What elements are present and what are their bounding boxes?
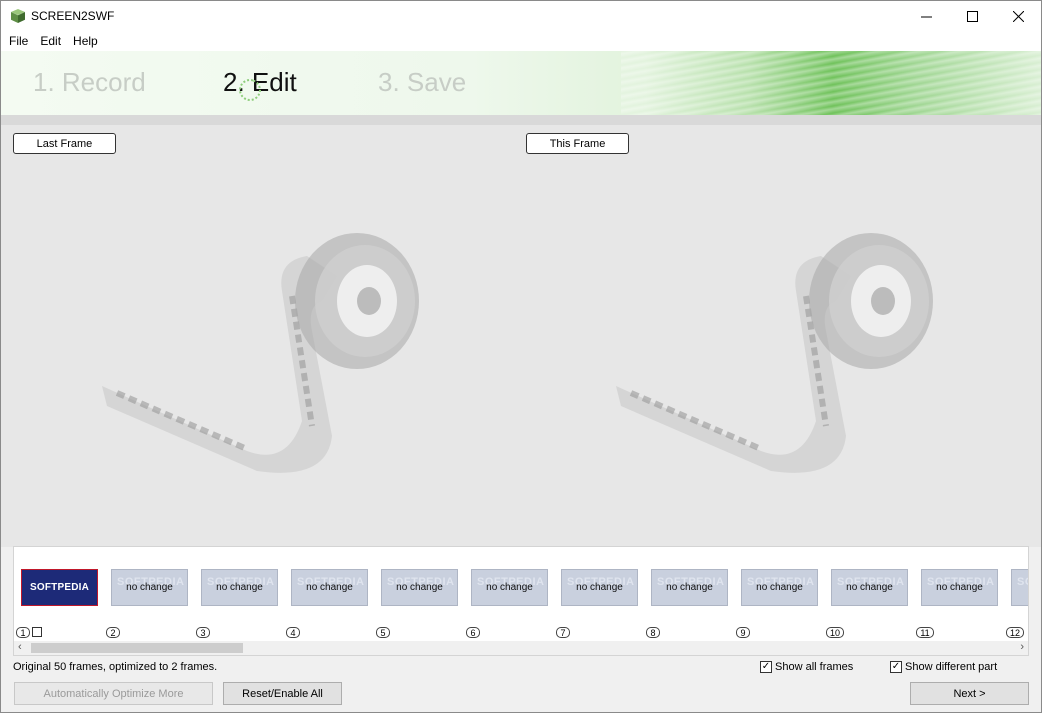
title-bar: SCREEN2SWF xyxy=(1,1,1041,31)
frame-enable-checkbox[interactable] xyxy=(32,627,42,637)
frame-number: 7 xyxy=(556,627,570,638)
close-icon xyxy=(1012,10,1024,22)
window-title: SCREEN2SWF xyxy=(31,9,115,23)
step-record[interactable]: 1. Record xyxy=(33,67,146,98)
app-window: SCREEN2SWF File Edit Help 1. Record 2. E… xyxy=(0,0,1042,713)
strip-scrollbar[interactable]: ‹ › xyxy=(14,641,1028,655)
scroll-left-icon[interactable]: ‹ xyxy=(18,641,22,653)
show-all-frames-checkbox[interactable]: ✓ Show all frames xyxy=(760,661,853,673)
frame-thumbnail[interactable]: SOFTPEDIA no change xyxy=(291,569,368,606)
auto-optimize-button[interactable]: Automatically Optimize More xyxy=(14,682,213,705)
frame-thumbnail[interactable]: SOFTPEDIA xyxy=(1011,569,1028,606)
steps-banner: 1. Record 2. Edit 3. Save xyxy=(1,51,1041,117)
app-cube-icon xyxy=(11,9,25,23)
film-reel-icon xyxy=(102,233,419,473)
show-different-part-checkbox[interactable]: ✓ Show different part xyxy=(890,661,997,673)
banner-decoration xyxy=(621,51,1041,117)
frame-thumbnail[interactable]: SOFTPEDIA no change xyxy=(201,569,278,606)
frame-number: 12 xyxy=(1006,627,1024,638)
optimization-summary: Original 50 frames, optimized to 2 frame… xyxy=(13,661,218,673)
minimize-icon xyxy=(920,16,932,17)
frame-thumbnail[interactable]: SOFTPEDIA no change xyxy=(471,569,548,606)
frame-number: 8 xyxy=(646,627,660,638)
scroll-right-icon[interactable]: › xyxy=(1020,641,1024,653)
frame-number: 1 xyxy=(16,627,30,638)
menu-help[interactable]: Help xyxy=(67,34,104,48)
frame-number: 3 xyxy=(196,627,210,638)
frame-thumbnail[interactable]: SOFTPEDIA no change xyxy=(651,569,728,606)
checkmark-icon: ✓ xyxy=(890,661,902,673)
frame-number: 11 xyxy=(916,627,934,638)
banner-divider xyxy=(1,115,1041,125)
last-frame-label: Last Frame xyxy=(13,133,116,154)
close-button[interactable] xyxy=(995,1,1041,31)
maximize-icon xyxy=(966,10,978,22)
next-button[interactable]: Next > xyxy=(910,682,1029,705)
window-controls xyxy=(903,1,1041,31)
reset-enable-all-button[interactable]: Reset/Enable All xyxy=(223,682,342,705)
minimize-button[interactable] xyxy=(903,1,949,31)
frame-strip[interactable]: SOFTPEDIA SOFTPEDIA no change SOFTPEDIA no… xyxy=(13,546,1029,656)
menu-file[interactable]: File xyxy=(3,34,34,48)
frame-number: 6 xyxy=(466,627,480,638)
frame-number: 9 xyxy=(736,627,750,638)
maximize-button[interactable] xyxy=(949,1,995,31)
show-all-frames-label: Show all frames xyxy=(775,661,854,673)
this-frame-label: This Frame xyxy=(526,133,629,154)
frame-thumbnail[interactable]: SOFTPEDIA no change xyxy=(921,569,998,606)
frame-number: 4 xyxy=(286,627,300,638)
frame-thumbnail[interactable]: SOFTPEDIA no change xyxy=(111,569,188,606)
frame-number: 10 xyxy=(826,627,844,638)
softpedia-logo: SOFTPEDIA xyxy=(29,582,90,593)
menu-bar: File Edit Help xyxy=(1,31,1041,51)
frame-thumbnail[interactable]: SOFTPEDIA no change xyxy=(831,569,908,606)
frame-number: 5 xyxy=(376,627,390,638)
film-reel-icon xyxy=(616,233,933,473)
frame-thumbnail[interactable]: SOFTPEDIA no change xyxy=(561,569,638,606)
scrollbar-thumb[interactable] xyxy=(31,643,243,653)
menu-edit[interactable]: Edit xyxy=(34,34,67,48)
frame-thumbnail[interactable]: SOFTPEDIA xyxy=(21,569,98,606)
step-save[interactable]: 3. Save xyxy=(378,67,466,98)
frame-number: 2 xyxy=(106,627,120,638)
frame-thumbnail[interactable]: SOFTPEDIA no change xyxy=(381,569,458,606)
show-different-part-label: Show different part xyxy=(905,661,998,673)
frame-thumbnail[interactable]: SOFTPEDIA no change xyxy=(741,569,818,606)
frame-preview-area: Last Frame This Frame xyxy=(1,125,1041,547)
checkmark-icon: ✓ xyxy=(760,661,772,673)
